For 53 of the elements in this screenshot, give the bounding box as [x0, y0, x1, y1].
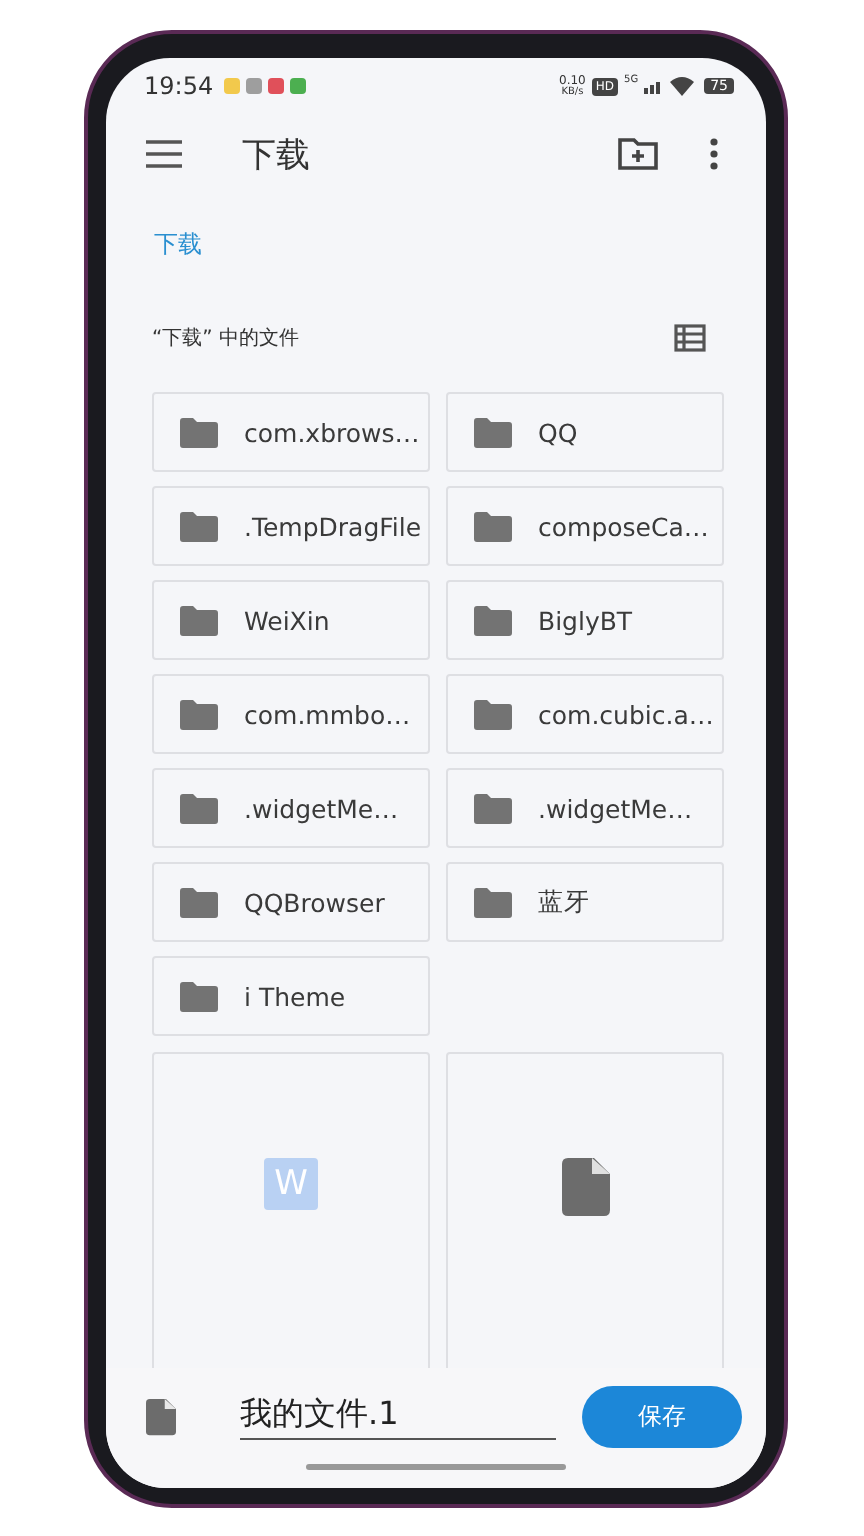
filename-input[interactable]: 我的文件.1	[240, 1392, 556, 1440]
signal-icon	[644, 78, 665, 94]
folder-card[interactable]: WeiXin	[152, 580, 430, 660]
folder-icon	[180, 417, 218, 447]
folder-icon	[474, 887, 512, 917]
folder-card[interactable]: .TempDragFile	[152, 486, 430, 566]
folder-icon	[474, 793, 512, 823]
folder-name: WeiXin	[244, 605, 330, 635]
status-time: 19:54	[144, 72, 214, 100]
folder-name: com.cubic.a…	[538, 699, 714, 729]
folder-icon	[180, 511, 218, 541]
folder-icon	[474, 417, 512, 447]
section-title: “下载” 中的文件	[152, 325, 300, 352]
folder-icon	[180, 605, 218, 635]
folder-name: 蓝牙	[538, 885, 590, 919]
more-options-icon[interactable]	[710, 138, 718, 170]
folder-card[interactable]: .widgetMe…	[446, 768, 724, 848]
folder-icon	[180, 793, 218, 823]
folder-icon	[474, 605, 512, 635]
word-document-icon: W	[264, 1158, 318, 1210]
folder-card[interactable]: .widgetMe…	[152, 768, 430, 848]
folder-card[interactable]: i Theme	[152, 956, 430, 1036]
list-view-icon[interactable]	[674, 324, 706, 352]
file-icon	[146, 1397, 176, 1435]
folder-name: QQBrowser	[244, 887, 385, 917]
folder-name: .TempDragFile	[244, 511, 422, 541]
folder-name: .widgetMe…	[538, 793, 693, 823]
folder-name: composeCa…	[538, 511, 709, 541]
wifi-icon	[670, 76, 695, 96]
folder-icon	[180, 981, 218, 1011]
folder-card[interactable]: com.xbrows…	[152, 392, 430, 472]
folder-name: QQ	[538, 417, 578, 447]
folder-card[interactable]: com.cubic.a…	[446, 674, 724, 754]
folder-card[interactable]: QQBrowser	[152, 862, 430, 942]
folder-card[interactable]: 蓝牙	[446, 862, 724, 942]
folder-card[interactable]: QQ	[446, 392, 724, 472]
folder-card[interactable]: composeCa…	[446, 486, 724, 566]
folder-card[interactable]: com.mmbo…	[152, 674, 430, 754]
file-icon	[561, 1158, 609, 1216]
folder-name: com.xbrows…	[244, 417, 420, 447]
folder-name: i Theme	[244, 981, 346, 1011]
folder-card[interactable]: BiglyBT	[446, 580, 724, 660]
folder-name: BiglyBT	[538, 605, 633, 635]
folder-name: .widgetMe…	[244, 793, 399, 823]
app-title: 下载	[242, 133, 310, 177]
menu-icon[interactable]	[146, 140, 182, 168]
save-button[interactable]: 保存	[582, 1385, 742, 1447]
folder-icon	[180, 887, 218, 917]
folder-icon	[474, 699, 512, 729]
folder-icon	[180, 699, 218, 729]
folder-name: com.mmbo…	[244, 699, 411, 729]
new-folder-icon[interactable]	[618, 138, 658, 170]
folder-icon	[474, 511, 512, 541]
